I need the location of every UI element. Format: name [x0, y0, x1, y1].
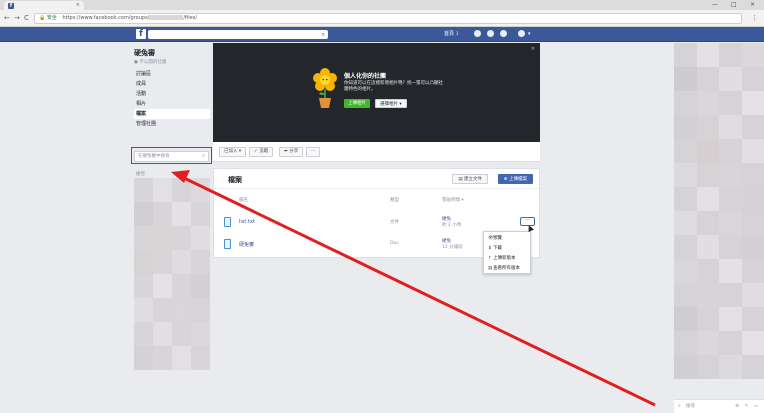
upload-file-label: 上傳檔案	[509, 177, 527, 182]
choose-photo-button[interactable]: 選擇相片 ▾	[375, 99, 407, 108]
facebook-search-input[interactable]: ⌕	[148, 29, 328, 39]
home-link[interactable]: 首頁	[444, 30, 454, 38]
blurred-chat-sidebar	[674, 43, 764, 398]
browser-tabbar: f × — □ ×	[0, 0, 764, 10]
sidebar-item-events[interactable]: 活動	[134, 89, 210, 99]
file-name-link[interactable]: list.txt	[239, 219, 255, 225]
document-icon	[224, 239, 231, 249]
help-icon[interactable]	[518, 30, 525, 37]
sidebar-item-files[interactable]: 檔案	[134, 109, 210, 119]
tab-close-icon[interactable]: ×	[76, 2, 80, 8]
back-icon[interactable]: ←	[4, 14, 10, 23]
menu-item-label: 查看所有版本	[493, 266, 520, 271]
group-action-bar: 已加入 ▾ ✓ 追蹤 ➦ 分享 ···	[213, 142, 540, 162]
menu-item-download[interactable]: ⬇下載	[488, 245, 502, 251]
redacted-group-id	[149, 15, 184, 20]
cover-close-icon[interactable]: ×	[531, 46, 535, 52]
cover-heading: 個人化你的社團	[344, 73, 387, 80]
url-suffix: /files/	[183, 15, 197, 21]
menu-item-label: 上傳新版本	[493, 256, 516, 261]
group-name[interactable]: 硬兔審	[134, 48, 210, 58]
sidebar-item-members[interactable]: 成員	[134, 79, 210, 89]
menu-item-label: 預覽	[493, 236, 502, 241]
column-header-type[interactable]: 類型	[390, 197, 399, 203]
cover-description: 你知道可以在這裡新增相片嗎？找一張可以凸顯社團特色的相片。	[344, 81, 443, 92]
shortcuts-label: 捷徑	[136, 172, 145, 177]
document-icon	[224, 217, 231, 227]
chat-options-icons[interactable]: ⚙ ✎ ▭	[735, 400, 760, 413]
menu-item-upload-version[interactable]: ↑上傳新版本	[488, 255, 516, 261]
file-type: 文件	[390, 220, 399, 225]
sidebar-item-discussion[interactable]: 討論區	[134, 69, 210, 79]
messenger-icon[interactable]	[487, 30, 494, 37]
chat-search-input[interactable]: ⌕ 搜尋 ⚙ ✎ ▭	[674, 399, 764, 413]
sidebar-item-manage-group[interactable]: 管理社團	[134, 119, 210, 129]
url-prefix: https://www.facebook.com/groups/	[62, 15, 150, 21]
file-options-menu: 👁預覽 ⬇下載 ↑上傳新版本 ▤查看所有版本	[483, 231, 531, 274]
search-icon: ⌕	[678, 403, 681, 409]
blurred-shortcuts-list	[134, 178, 210, 370]
menu-item-preview[interactable]: 👁預覽	[488, 235, 502, 241]
upload-photo-button[interactable]: 上傳相片	[344, 99, 370, 108]
column-header-posted[interactable]: 張貼時間 ▾	[442, 197, 464, 203]
annotation-highlight-box	[131, 147, 212, 164]
browser-tab[interactable]: f ×	[4, 1, 84, 10]
facebook-logo-icon[interactable]: f	[136, 29, 146, 39]
facebook-favicon-icon: f	[8, 2, 14, 9]
maximize-icon[interactable]: □	[731, 1, 737, 8]
create-doc-button[interactable]: ▤ 建立文件	[452, 174, 488, 184]
create-doc-label: 建立文件	[464, 177, 482, 182]
url-input[interactable]: 🔒 安全 https://www.facebook.com/groups/ /fi…	[34, 13, 742, 24]
divider	[214, 188, 539, 189]
file-time: 11 分鐘前	[442, 245, 463, 250]
minimize-icon[interactable]: —	[712, 1, 718, 8]
address-bar: ← → C 🔒 安全 https://www.facebook.com/grou…	[0, 10, 764, 27]
file-name-link[interactable]: 硬兔審	[239, 241, 254, 248]
flower-pot-icon	[313, 68, 337, 108]
facebook-header: f ⌕ 首頁 1 ▾	[0, 27, 764, 42]
file-time: 約 2 小時	[442, 223, 462, 228]
forward-icon[interactable]: →	[14, 14, 20, 23]
menu-item-all-versions[interactable]: ▤查看所有版本	[488, 265, 520, 271]
file-type: Doc	[390, 241, 399, 246]
following-button[interactable]: ✓ 追蹤	[249, 147, 274, 157]
secure-label: 安全	[46, 15, 57, 21]
group-cover: × 個人化你的社團 你知道可以在這裡新增相片嗎？找一張可以凸顯社團特色的相片。 …	[213, 43, 540, 142]
reload-icon[interactable]: C	[24, 14, 29, 23]
files-title: 檔案	[228, 176, 242, 184]
column-header-name[interactable]: 檔名	[239, 197, 248, 203]
lock-icon: 🔒	[39, 15, 46, 21]
share-button[interactable]: ➦ 分享	[279, 147, 304, 157]
home-badge: 1	[456, 31, 459, 36]
search-icon[interactable]: ⌕	[322, 30, 325, 39]
account-menu-icon[interactable]: ▾	[528, 30, 531, 38]
chat-search-placeholder: 搜尋	[686, 404, 695, 409]
joined-button[interactable]: 已加入 ▾	[219, 147, 247, 157]
sidebar-item-photos[interactable]: 相片	[134, 99, 210, 109]
notifications-icon[interactable]	[500, 30, 507, 37]
upload-file-button[interactable]: ⊕ 上傳檔案	[497, 174, 533, 184]
window-close-icon[interactable]: ×	[750, 1, 755, 8]
more-actions-button[interactable]: ···	[306, 147, 321, 157]
menu-item-label: 下載	[493, 246, 502, 251]
group-sidebar: 硬兔審 ● 不公開的社團 討論區 成員 活動 相片 檔案 管理社團	[134, 48, 210, 129]
group-privacy: ● 不公開的社團	[134, 60, 167, 65]
browser-menu-icon[interactable]: ⋮	[751, 14, 758, 22]
friends-icon[interactable]	[474, 30, 481, 37]
